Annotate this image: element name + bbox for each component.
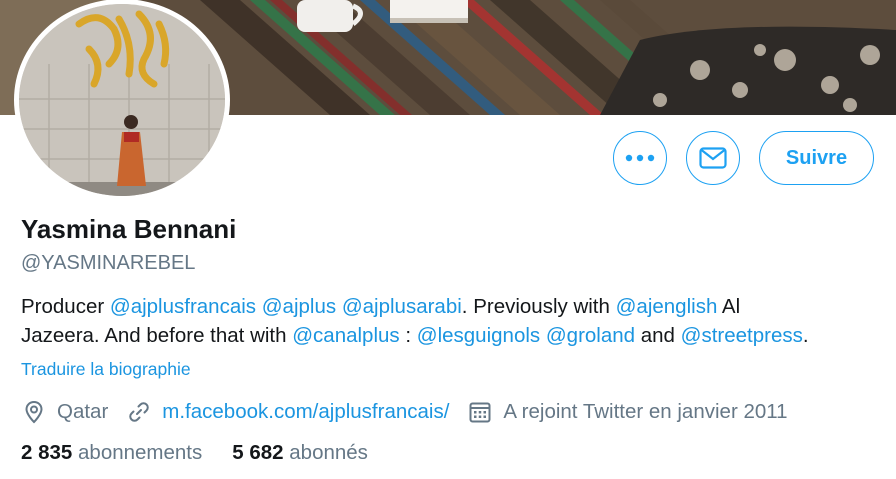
envelope-icon xyxy=(699,147,727,169)
following-count: 2 835 xyxy=(21,441,73,464)
translate-bio-link[interactable]: Traduire la biographie xyxy=(21,359,191,380)
followers-count: 5 682 xyxy=(232,441,284,464)
profile-stats: 2 835 abonnements 5 682 abonnés xyxy=(21,441,398,465)
profile-meta: Qatar m.facebook.com/ajplusfrancais/ A r… xyxy=(21,397,806,427)
avatar-image xyxy=(19,4,225,196)
bio-text: and xyxy=(635,324,681,347)
location-pin-icon xyxy=(21,399,47,425)
mention-link[interactable]: @ajplusarabi xyxy=(342,295,462,318)
bio-text: Al xyxy=(717,295,741,318)
profile-header: Suivre Yasmina Bennani @YASMINAREBEL Pro… xyxy=(0,0,896,479)
website-item: m.facebook.com/ajplusfrancais/ xyxy=(126,399,449,425)
avatar[interactable] xyxy=(14,0,230,201)
profile-name: Yasmina Bennani xyxy=(21,214,237,244)
follow-button[interactable]: Suivre xyxy=(759,131,874,185)
mention-link[interactable]: @lesguignols xyxy=(417,324,540,347)
mention-link[interactable]: @canalplus xyxy=(292,324,399,347)
mention-link[interactable]: @streetpress xyxy=(681,324,803,347)
followers-label: abonnés xyxy=(289,441,368,464)
profile-bio: Producer @ajplusfrancais @ajplus @ajplus… xyxy=(21,292,881,350)
following-label: abonnements xyxy=(78,441,203,464)
mention-link[interactable]: @ajplusfrancais xyxy=(110,295,256,318)
bio-text: Jazeera. And before that with xyxy=(21,324,293,347)
website-link[interactable]: m.facebook.com/ajplusfrancais/ xyxy=(162,400,449,424)
joined-text: A rejoint Twitter en janvier 2011 xyxy=(503,400,788,423)
mention-link[interactable]: @ajplus xyxy=(262,295,336,318)
joined-item: A rejoint Twitter en janvier 2011 xyxy=(467,399,788,425)
location-item: Qatar xyxy=(21,399,108,425)
bio-text: : xyxy=(399,324,417,347)
more-options-button[interactable] xyxy=(613,131,667,185)
message-button[interactable] xyxy=(686,131,740,185)
mention-link[interactable]: @ajenglish xyxy=(616,295,718,318)
followers-stat[interactable]: 5 682 abonnés xyxy=(232,441,368,465)
bio-text: Producer xyxy=(21,295,110,318)
bio-line-1: Producer @ajplusfrancais @ajplus @ajplus… xyxy=(21,292,881,321)
profile-handle: @YASMINAREBEL xyxy=(21,252,196,274)
bio-text: . xyxy=(802,324,809,347)
link-icon xyxy=(126,399,152,425)
bio-text: . Previously with xyxy=(461,295,616,318)
following-stat[interactable]: 2 835 abonnements xyxy=(21,441,202,465)
location-text: Qatar xyxy=(57,400,109,423)
calendar-icon xyxy=(467,399,493,425)
more-dots-icon xyxy=(625,154,655,162)
bio-line-2: Jazeera. And before that with @canalplus… xyxy=(21,321,881,350)
mention-link[interactable]: @groland xyxy=(546,324,635,347)
